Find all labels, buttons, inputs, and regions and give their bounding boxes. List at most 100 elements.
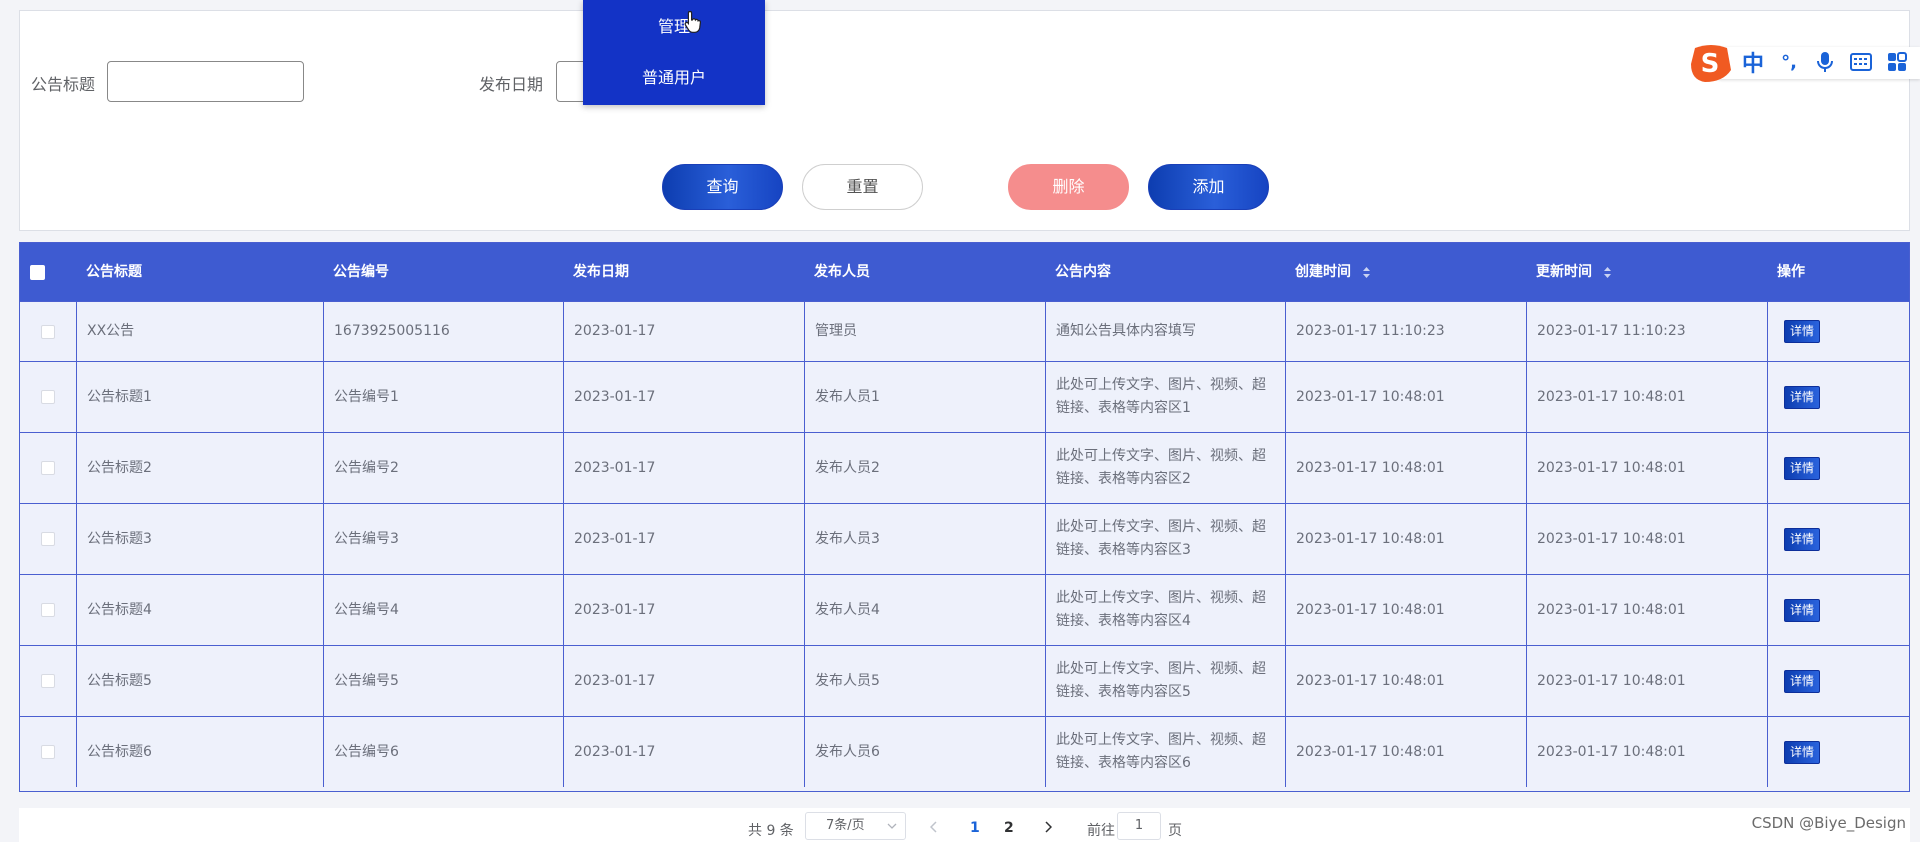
page-unit: 页 <box>1168 823 1182 839</box>
cell-content: 此处可上传文字、图片、视频、超链接、表格等内容区5 <box>1045 646 1285 716</box>
add-button[interactable]: 添加 <box>1148 164 1269 210</box>
cell-number: 公告编号1 <box>323 362 563 432</box>
detail-button[interactable]: 详情 <box>1784 527 1820 551</box>
cell-number: 公告编号3 <box>323 504 563 574</box>
row-checkbox[interactable] <box>41 603 55 617</box>
row-actions-cell: 详情 <box>1767 646 1909 716</box>
delete-button[interactable]: 删除 <box>1008 164 1129 210</box>
cell-publisher: 发布人员5 <box>804 646 1045 716</box>
chevron-down-icon <box>887 823 897 829</box>
header-created-label: 创建时间 <box>1295 264 1351 280</box>
row-select-cell <box>20 504 76 574</box>
cell-date: 2023-01-17 <box>563 504 804 574</box>
cell-publisher: 管理员 <box>804 302 1045 361</box>
table-row: 公告标题4 公告编号4 2023-01-17 发布人员4 此处可上传文字、图片、视频、超… <box>20 574 1909 645</box>
cell-title: XX公告 <box>76 302 323 361</box>
cell-title: 公告标题3 <box>76 504 323 574</box>
cell-created: 2023-01-17 10:48:01 <box>1285 433 1526 503</box>
ime-punctuation-mode[interactable]: °, <box>1771 40 1807 84</box>
dropdown-item-admin[interactable]: 管理 <box>583 13 765 37</box>
dropdown-item-normal-user[interactable]: 普通用户 <box>583 64 765 88</box>
header-updated-label: 更新时间 <box>1536 264 1592 280</box>
row-checkbox[interactable] <box>41 461 55 475</box>
role-dropdown-menu: 管理 普通用户 <box>583 0 765 105</box>
title-label: 公告标题 <box>31 75 96 94</box>
detail-button[interactable]: 详情 <box>1784 669 1820 693</box>
row-checkbox[interactable] <box>41 390 55 404</box>
header-created-time[interactable]: 创建时间 <box>1295 243 1371 301</box>
row-checkbox[interactable] <box>41 532 55 546</box>
cell-title: 公告标题2 <box>76 433 323 503</box>
cell-date: 2023-01-17 <box>563 646 804 716</box>
row-actions-cell: 详情 <box>1767 433 1909 503</box>
cell-updated: 2023-01-17 10:48:01 <box>1526 362 1767 432</box>
sogou-logo-icon[interactable]: S <box>1687 40 1735 84</box>
cell-publisher: 发布人员3 <box>804 504 1045 574</box>
row-checkbox[interactable] <box>41 324 55 339</box>
cell-content: 此处可上传文字、图片、视频、超链接、表格等内容区2 <box>1045 433 1285 503</box>
cell-content: 此处可上传文字、图片、视频、超链接、表格等内容区3 <box>1045 504 1285 574</box>
page-size-value: 7条/页 <box>826 818 865 833</box>
hand-cursor-icon <box>684 10 702 33</box>
table-row: 公告标题6 公告编号6 2023-01-17 发布人员6 此处可上传文字、图片、视频、超… <box>20 716 1909 787</box>
detail-button[interactable]: 详情 <box>1784 740 1820 764</box>
title-search-input[interactable] <box>107 61 304 102</box>
sort-icon[interactable] <box>1603 266 1612 279</box>
detail-button[interactable]: 详情 <box>1784 320 1820 343</box>
page-size-select[interactable]: 7条/页 <box>805 812 906 840</box>
cell-number: 公告编号4 <box>323 575 563 645</box>
cell-content: 此处可上传文字、图片、视频、超链接、表格等内容区4 <box>1045 575 1285 645</box>
cell-title: 公告标题6 <box>76 717 323 787</box>
detail-button[interactable]: 详情 <box>1784 385 1820 409</box>
cell-title: 公告标题1 <box>76 362 323 432</box>
cell-updated: 2023-01-17 10:48:01 <box>1526 717 1767 787</box>
cell-created: 2023-01-17 10:48:01 <box>1285 646 1526 716</box>
watermark: CSDN @Biye_Design <box>1751 814 1906 832</box>
header-date: 发布日期 <box>573 264 629 280</box>
cell-publisher: 发布人员2 <box>804 433 1045 503</box>
prev-page-icon[interactable] <box>930 821 938 833</box>
select-all-cell <box>30 243 45 301</box>
header-title: 公告标题 <box>86 264 142 280</box>
page-2[interactable]: 2 <box>1004 820 1014 836</box>
cell-date: 2023-01-17 <box>563 362 804 432</box>
goto-label: 前往 <box>1087 823 1115 839</box>
sort-icon[interactable] <box>1362 266 1371 279</box>
grid-icon[interactable] <box>1879 40 1915 84</box>
table-row: 公告标题5 公告编号5 2023-01-17 发布人员5 此处可上传文字、图片、视频、超… <box>20 645 1909 716</box>
keyboard-icon[interactable] <box>1843 40 1879 84</box>
cell-date: 2023-01-17 <box>563 433 804 503</box>
header-number: 公告编号 <box>333 264 389 280</box>
cell-publisher: 发布人员6 <box>804 717 1045 787</box>
query-button[interactable]: 查询 <box>662 164 783 210</box>
cell-content: 通知公告具体内容填写 <box>1045 302 1285 361</box>
row-actions-cell: 详情 <box>1767 302 1909 361</box>
row-select-cell <box>20 302 76 361</box>
cell-date: 2023-01-17 <box>563 575 804 645</box>
detail-button[interactable]: 详情 <box>1784 598 1820 622</box>
ime-chinese-mode[interactable]: 中 <box>1735 40 1771 84</box>
header-updated-time[interactable]: 更新时间 <box>1536 243 1612 301</box>
header-actions: 操作 <box>1777 264 1805 280</box>
cell-publisher: 发布人员4 <box>804 575 1045 645</box>
cell-title: 公告标题4 <box>76 575 323 645</box>
total-count: 共 9 条 <box>748 823 794 839</box>
row-checkbox[interactable] <box>41 745 55 759</box>
select-all-checkbox[interactable] <box>30 264 45 280</box>
row-actions-cell: 详情 <box>1767 362 1909 432</box>
cell-updated: 2023-01-17 10:48:01 <box>1526 575 1767 645</box>
header-content: 公告内容 <box>1055 264 1111 280</box>
page-1[interactable]: 1 <box>970 820 980 836</box>
row-select-cell <box>20 575 76 645</box>
cell-created: 2023-01-17 11:10:23 <box>1285 302 1526 361</box>
reset-button[interactable]: 重置 <box>802 164 923 210</box>
row-checkbox[interactable] <box>41 674 55 688</box>
cell-number: 公告编号2 <box>323 433 563 503</box>
table-row: 公告标题2 公告编号2 2023-01-17 发布人员2 此处可上传文字、图片、视频、超… <box>20 432 1909 503</box>
mic-icon[interactable] <box>1807 40 1843 84</box>
table-row: XX公告 1673925005116 2023-01-17 管理员 通知公告具体内容填写… <box>20 301 1909 361</box>
goto-page-input[interactable]: 1 <box>1117 812 1161 840</box>
next-page-icon[interactable] <box>1044 821 1052 833</box>
row-actions-cell: 详情 <box>1767 717 1909 787</box>
detail-button[interactable]: 详情 <box>1784 456 1820 480</box>
